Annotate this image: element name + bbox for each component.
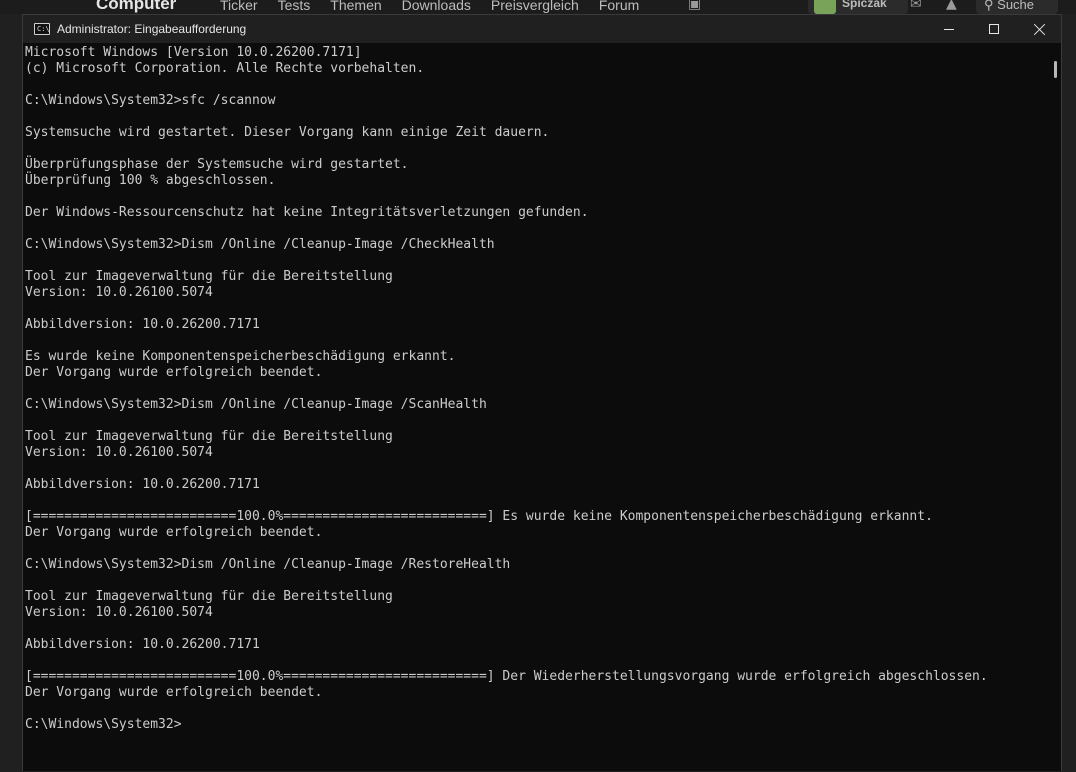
background-website-header: Computer Ticker Tests Themen Downloads P… [0,0,1076,14]
maximize-button[interactable] [971,15,1017,43]
window-titlebar[interactable]: C:\ Administrator: Eingabeaufforderung [23,15,1061,43]
console-line: Version: 10.0.26100.5074 [25,605,213,620]
site-user-menu[interactable]: Spiczak [808,0,908,14]
console-line: Abbildversion: 10.0.26200.7171 [25,317,260,332]
console-line: [==========================100.0%=======… [25,509,933,524]
console-line: Tool zur Imageverwaltung für die Bereits… [25,269,393,284]
console-line: Überprüfung 100 % abgeschlossen. [25,173,276,188]
console-output[interactable]: Microsoft Windows [Version 10.0.26200.71… [25,45,1041,772]
console-line: Tool zur Imageverwaltung für die Bereits… [25,589,393,604]
close-button[interactable] [1017,15,1063,43]
console-line: (c) Microsoft Corporation. Alle Rechte v… [25,61,425,76]
console-line: C:\Windows\System32>Dism /Online /Cleanu… [25,557,511,572]
site-nav-preisvergleich[interactable]: Preisvergleich [491,0,579,13]
site-user-name: Spiczak [842,0,887,10]
site-nav: Ticker Tests Themen Downloads Preisvergl… [220,0,639,13]
console-line: Der Windows-Ressourcenschutz hat keine I… [25,205,589,220]
console-line: Überprüfungsphase der Systemsuche wird g… [25,157,409,172]
console-line: Microsoft Windows [Version 10.0.26200.71… [25,45,362,60]
site-logo[interactable]: Computer [96,0,176,14]
window-title: Administrator: Eingabeaufforderung [57,22,247,36]
console-line: Systemsuche wird gestartet. Dieser Vorga… [25,125,550,140]
command-prompt-icon-text: C:\ [37,25,50,33]
site-nav-ticker[interactable]: Ticker [220,0,258,13]
console-line: Tool zur Imageverwaltung für die Bereits… [25,429,393,444]
minimize-icon [944,28,954,30]
console-line: Abbildversion: 10.0.26200.7171 [25,477,260,492]
command-prompt-icon[interactable]: C:\ [34,23,50,35]
chat-icon[interactable]: ▣ [688,0,701,12]
vertical-scrollbar[interactable] [1054,61,1057,78]
site-logo-text: Computer [96,0,177,13]
console-line: [==========================100.0%=======… [25,669,988,684]
console-line: Version: 10.0.26100.5074 [25,285,213,300]
bell-icon[interactable]: ▲ [946,0,957,12]
minimize-button[interactable] [926,15,972,43]
console-line: C:\Windows\System32>Dism /Online /Cleanu… [25,237,495,252]
console-line: Der Vorgang wurde erfolgreich beendet. [25,685,323,700]
console-line: Abbildversion: 10.0.26200.7171 [25,637,260,652]
maximize-icon [989,24,999,34]
console-line: C:\Windows\System32>sfc /scannow [25,93,276,108]
site-nav-downloads[interactable]: Downloads [402,0,471,13]
site-nav-forum[interactable]: Forum [599,0,639,13]
console-line: C:\Windows\System32> [25,717,182,732]
mail-icon[interactable]: ✉ [910,0,922,12]
console-line: Version: 10.0.26100.5074 [25,445,213,460]
search-icon: ⚲ [984,0,994,12]
close-icon [1034,23,1046,35]
avatar [814,0,836,14]
console-line: C:\Windows\System32>Dism /Online /Cleanu… [25,397,487,412]
console-line: Der Vorgang wurde erfolgreich beendet. [25,365,323,380]
site-nav-themen[interactable]: Themen [330,0,381,13]
console-line: Es wurde keine Komponentenspeicherbeschä… [25,349,456,364]
site-search-label: Suche [997,0,1035,12]
console-line: Der Vorgang wurde erfolgreich beendet. [25,525,323,540]
console-window: C:\ Administrator: Eingabeaufforderung M… [22,14,1062,771]
site-nav-tests[interactable]: Tests [278,0,311,13]
site-search-button[interactable]: ⚲ Suche [976,0,1058,14]
